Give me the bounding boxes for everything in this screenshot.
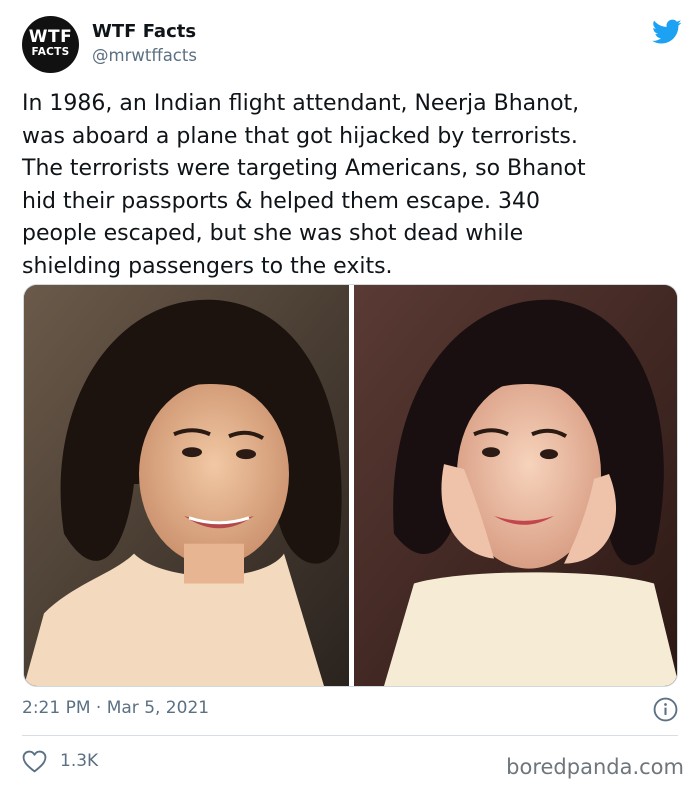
photo-right[interactable] [354, 285, 677, 686]
like-count: 1.3K [60, 751, 99, 771]
watermark: boredpanda.com [506, 755, 684, 779]
avatar[interactable]: WTF FACTS [22, 16, 79, 73]
portrait-left-image [24, 285, 349, 686]
media-grid [23, 284, 678, 687]
author-handle[interactable]: @mrwtffacts [92, 46, 197, 66]
tweet-header: WTF FACTS WTF Facts @mrwtffacts [22, 16, 682, 74]
photo-left[interactable] [24, 285, 349, 686]
heart-icon[interactable] [22, 750, 47, 773]
divider [22, 735, 678, 736]
portrait-right-image [354, 285, 677, 686]
info-icon[interactable] [653, 697, 678, 722]
author-name[interactable]: WTF Facts [92, 21, 196, 43]
tweet-timestamp[interactable]: 2:21 PM · Mar 5, 2021 [22, 697, 209, 719]
twitter-bird-icon[interactable] [652, 19, 682, 45]
avatar-text-line2: FACTS [31, 46, 70, 58]
avatar-text-line1: WTF [28, 27, 73, 47]
tweet-text: In 1986, an Indian flight attendant, Nee… [22, 91, 586, 279]
